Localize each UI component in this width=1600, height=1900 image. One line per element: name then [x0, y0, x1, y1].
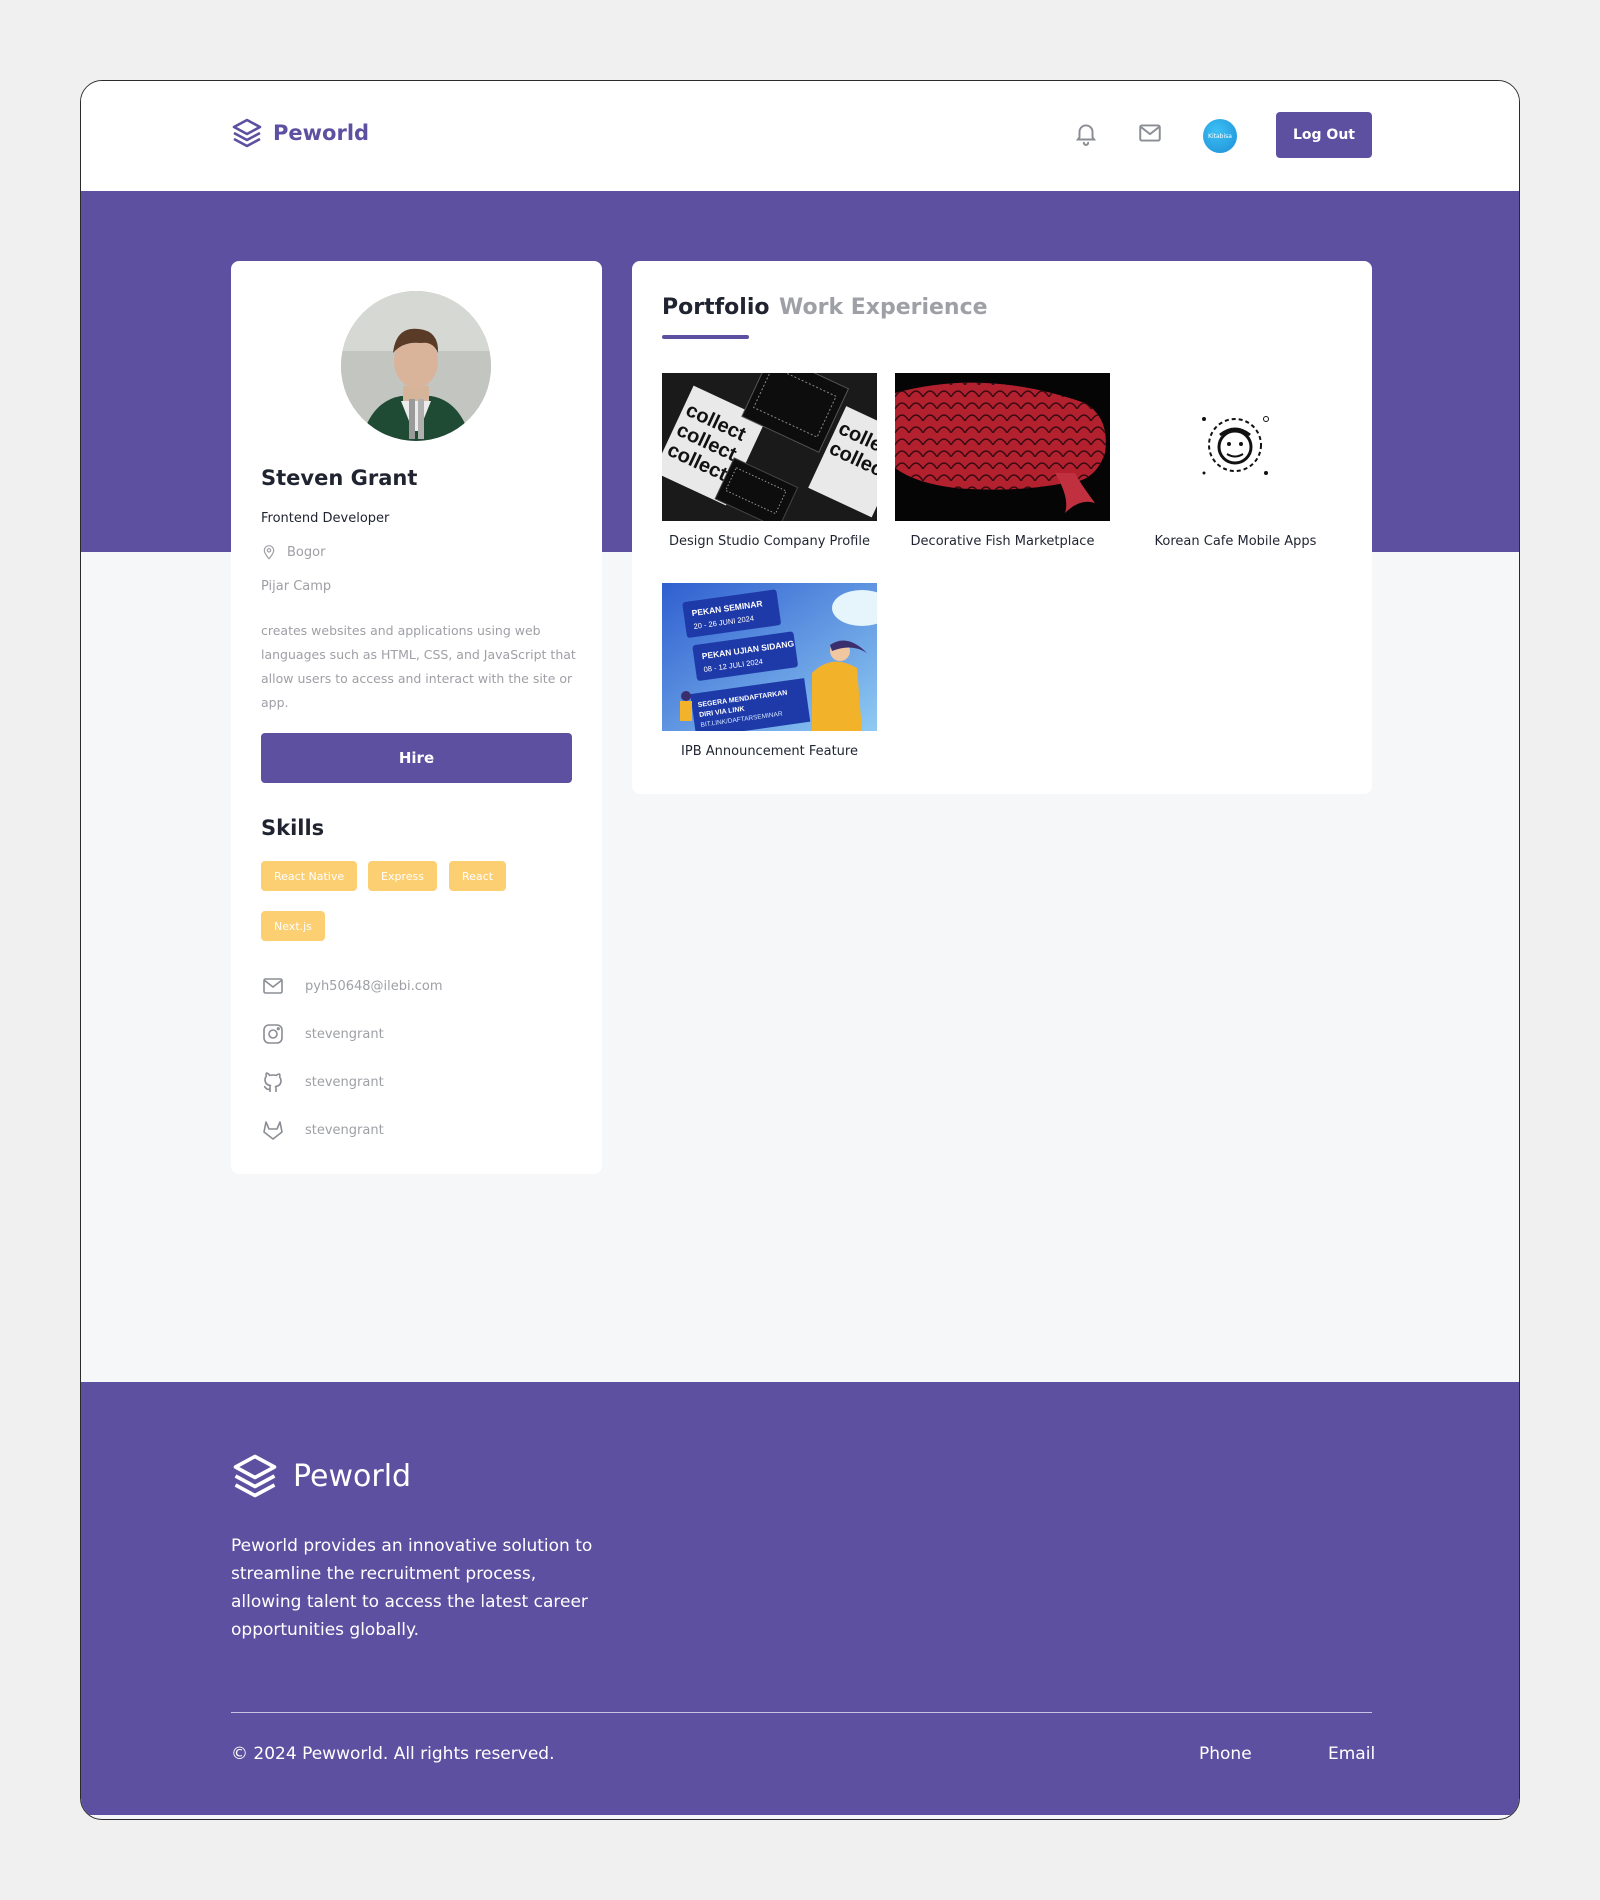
profile-photo-image	[341, 291, 491, 441]
skill-tag: React	[449, 861, 507, 891]
contact-gitlab[interactable]: stevengrant	[261, 1118, 384, 1142]
tab-work-experience[interactable]: Work Experience	[779, 295, 988, 320]
profile-company: Pijar Camp	[261, 579, 332, 594]
profile-photo	[341, 291, 491, 441]
portfolio-title: Design Studio Company Profile	[669, 534, 870, 549]
app-window: Peworld Kitabisa Log Out Steven Grant Fr…	[80, 80, 1520, 1820]
portfolio-thumbnail: PEKAN SEMINAR 20 - 26 JUNI 2024 PEKAN UJ…	[662, 583, 877, 731]
active-tab-indicator	[662, 335, 749, 339]
copyright-text: © 2024 Pewworld. All rights reserved.	[231, 1744, 555, 1764]
portfolio-title: Korean Cafe Mobile Apps	[1154, 534, 1317, 549]
user-avatar[interactable]: Kitabisa	[1203, 119, 1237, 153]
footer: Peworld Peworld provides an innovative s…	[81, 1382, 1519, 1815]
profile-card: Steven Grant Frontend Developer Bogor Pi…	[231, 261, 602, 1174]
footer-logo[interactable]: Peworld	[231, 1452, 411, 1500]
portfolio-item[interactable]: Korean Cafe Mobile Apps	[1128, 373, 1343, 549]
portfolio-item[interactable]: Decorative Fish Marketplace	[895, 373, 1110, 549]
map-pin-icon	[263, 545, 275, 560]
footer-brand-name: Peworld	[293, 1458, 412, 1494]
contact-email-text: pyh50648@ilebi.com	[305, 978, 443, 994]
top-navbar: Peworld Kitabisa Log Out	[81, 81, 1519, 191]
skill-tag: React Native	[261, 861, 358, 891]
portfolio-thumbnail: collect collect collect collect collect	[662, 373, 877, 521]
profile-bio: creates websites and applications using …	[261, 623, 576, 710]
skill-tag: Express	[368, 861, 437, 891]
portfolio-item[interactable]: collect collect collect collect collect	[662, 373, 877, 549]
portfolio-title: Decorative Fish Marketplace	[910, 534, 1095, 549]
contact-github-text: stevengrant	[305, 1074, 384, 1090]
skills-heading: Skills	[261, 816, 325, 840]
hire-button[interactable]: Hire	[261, 733, 572, 783]
portfolio-title: IPB Announcement Feature	[681, 744, 858, 759]
footer-divider	[231, 1712, 1372, 1713]
footer-description: Peworld provides an innovative solution …	[231, 1536, 593, 1640]
mail-icon[interactable]	[1137, 120, 1163, 146]
avatar-text: Kitabisa	[1208, 132, 1232, 140]
location-text: Bogor	[287, 544, 326, 560]
contact-email[interactable]: pyh50648@ilebi.com	[261, 974, 443, 998]
layers-logo-icon	[233, 1454, 277, 1498]
footer-link-phone[interactable]: Phone	[1199, 1744, 1252, 1764]
logout-button[interactable]: Log Out	[1276, 112, 1372, 158]
instagram-icon	[263, 1024, 283, 1044]
brand-name: Peworld	[273, 121, 370, 145]
contact-instagram[interactable]: stevengrant	[261, 1022, 384, 1046]
profile-role: Frontend Developer	[261, 511, 390, 526]
layers-logo-icon	[232, 118, 262, 148]
gitlab-icon	[263, 1121, 283, 1140]
bell-icon[interactable]	[1073, 120, 1099, 146]
profile-name: Steven Grant	[261, 466, 418, 490]
profile-location: Bogor	[261, 544, 325, 560]
footer-link-email[interactable]: Email	[1328, 1744, 1375, 1764]
portfolio-item[interactable]: PEKAN SEMINAR 20 - 26 JUNI 2024 PEKAN UJ…	[662, 583, 877, 759]
brand-logo[interactable]: Peworld	[231, 117, 369, 149]
portfolio-thumbnail	[1128, 373, 1343, 521]
mail-icon	[263, 978, 283, 994]
portfolio-card: Portfolio Work Experience collect collec…	[632, 261, 1372, 794]
portfolio-thumbnail	[895, 373, 1110, 521]
contact-github[interactable]: stevengrant	[261, 1070, 384, 1094]
contact-gitlab-text: stevengrant	[305, 1122, 384, 1138]
github-icon	[263, 1072, 282, 1092]
contact-instagram-text: stevengrant	[305, 1026, 384, 1042]
tab-portfolio[interactable]: Portfolio	[662, 295, 770, 320]
skill-tag: Next.js	[261, 911, 325, 941]
